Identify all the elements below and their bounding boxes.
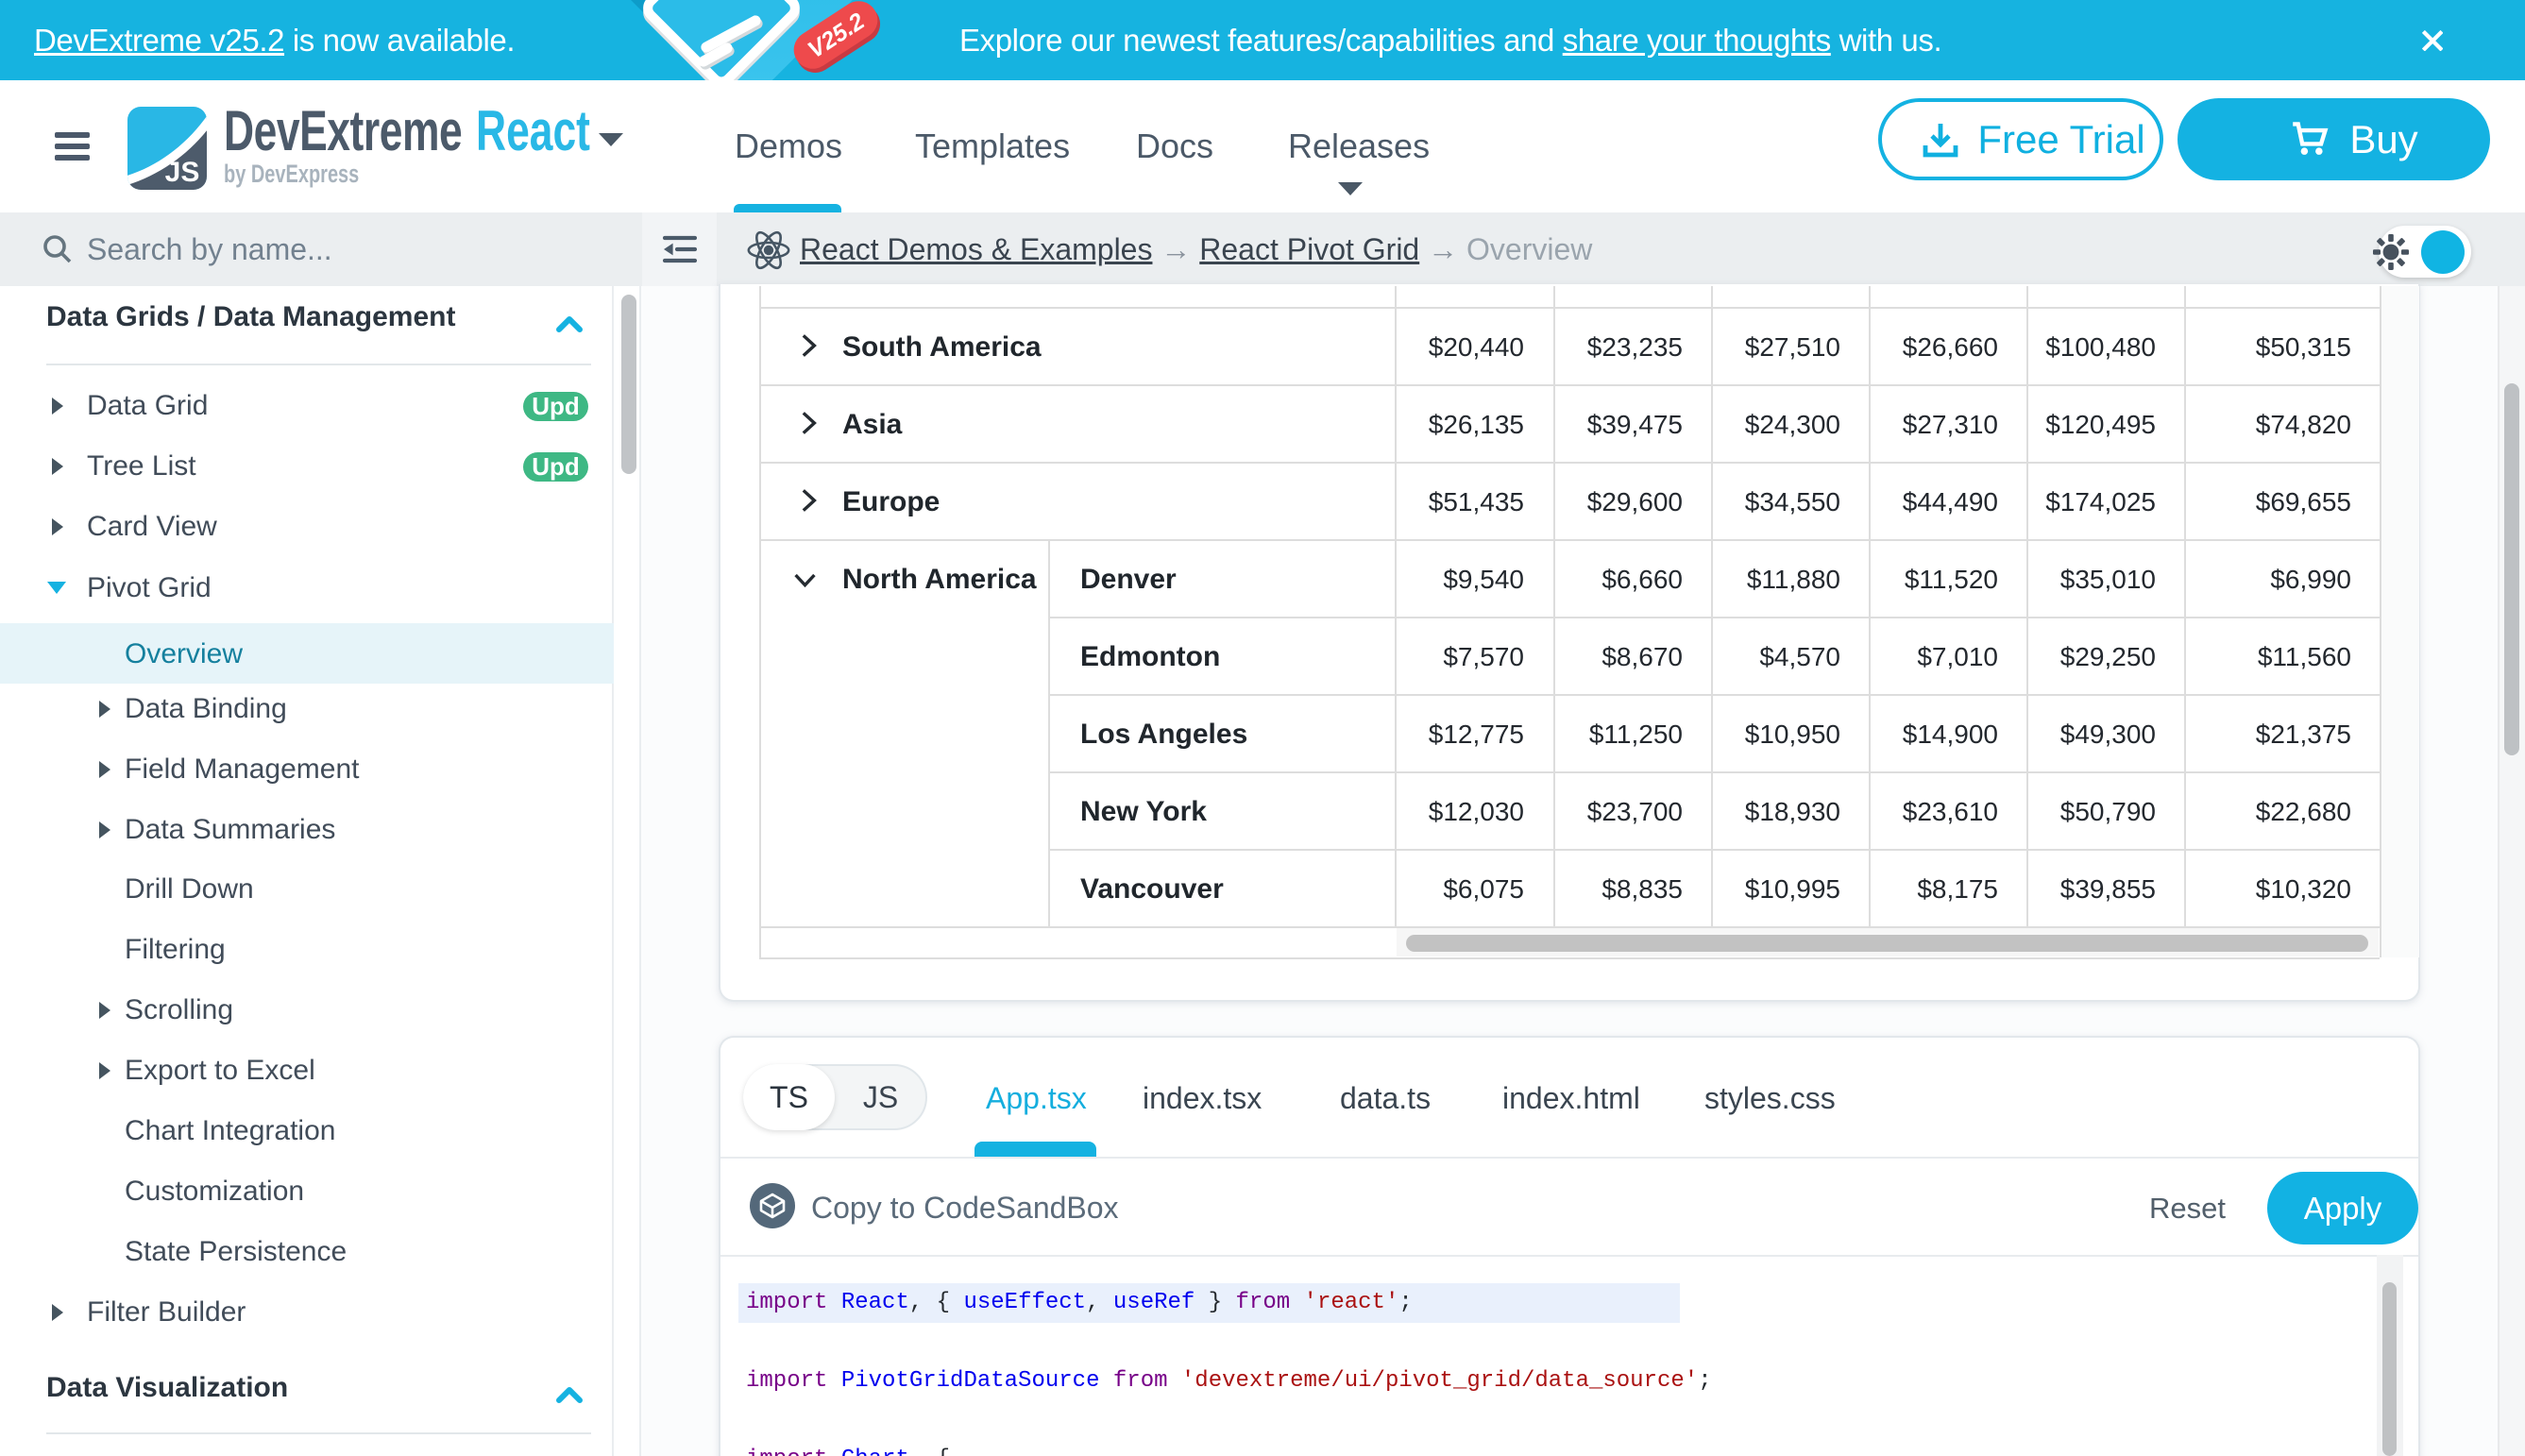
svg-text:JS: JS <box>165 157 200 188</box>
